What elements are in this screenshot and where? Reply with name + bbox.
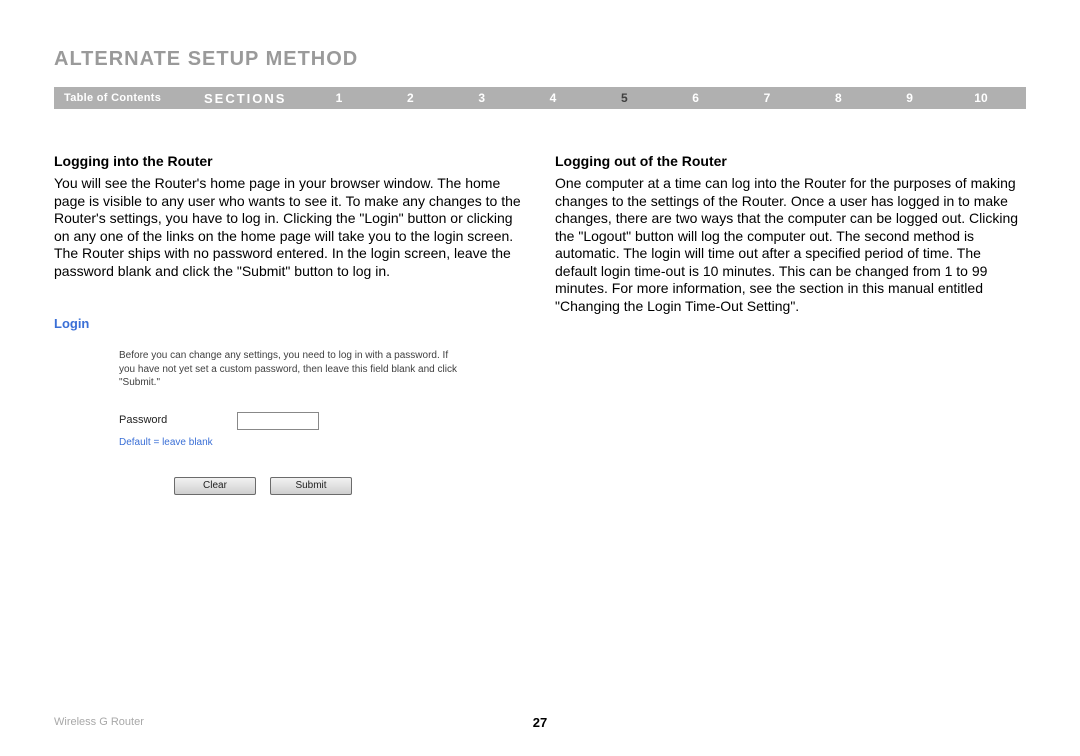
nav-section-1[interactable]: 1 — [314, 91, 364, 105]
footer-product: Wireless G Router — [54, 716, 144, 728]
login-title: Login — [54, 316, 525, 331]
nav-section-6[interactable]: 6 — [671, 91, 721, 105]
nav-section-10[interactable]: 10 — [956, 91, 1006, 105]
nav-section-7[interactable]: 7 — [742, 91, 792, 105]
password-input[interactable] — [237, 412, 319, 430]
nav-section-3[interactable]: 3 — [457, 91, 507, 105]
footer-page-number: 27 — [533, 715, 547, 730]
nav-section-9[interactable]: 9 — [885, 91, 935, 105]
right-heading: Logging out of the Router — [555, 153, 1026, 169]
section-navbar: Table of Contents SECTIONS 1 2 3 4 5 6 7… — [54, 87, 1026, 109]
page-title: ALTERNATE SETUP METHOD — [54, 48, 1026, 71]
left-heading: Logging into the Router — [54, 153, 525, 169]
clear-button[interactable]: Clear — [174, 477, 256, 495]
nav-section-8[interactable]: 8 — [813, 91, 863, 105]
nav-section-5[interactable]: 5 — [599, 91, 649, 105]
nav-toc-link[interactable]: Table of Contents — [54, 92, 204, 104]
left-body: You will see the Router's home page in y… — [54, 175, 525, 280]
page-footer: Wireless G Router 27 — [54, 716, 1026, 728]
left-column: Logging into the Router You will see the… — [54, 153, 525, 495]
password-label: Password — [119, 413, 167, 428]
nav-sections-label: SECTIONS — [204, 91, 294, 106]
right-column: Logging out of the Router One computer a… — [555, 153, 1026, 495]
nav-section-numbers: 1 2 3 4 5 6 7 8 9 10 — [294, 91, 1026, 105]
login-screenshot: Login Before you can change any settings… — [54, 316, 525, 495]
nav-section-2[interactable]: 2 — [385, 91, 435, 105]
password-default-hint: Default = leave blank — [119, 436, 459, 450]
submit-button[interactable]: Submit — [270, 477, 352, 495]
login-intro-text: Before you can change any settings, you … — [119, 349, 459, 390]
right-body: One computer at a time can log into the … — [555, 175, 1026, 315]
nav-section-4[interactable]: 4 — [528, 91, 578, 105]
